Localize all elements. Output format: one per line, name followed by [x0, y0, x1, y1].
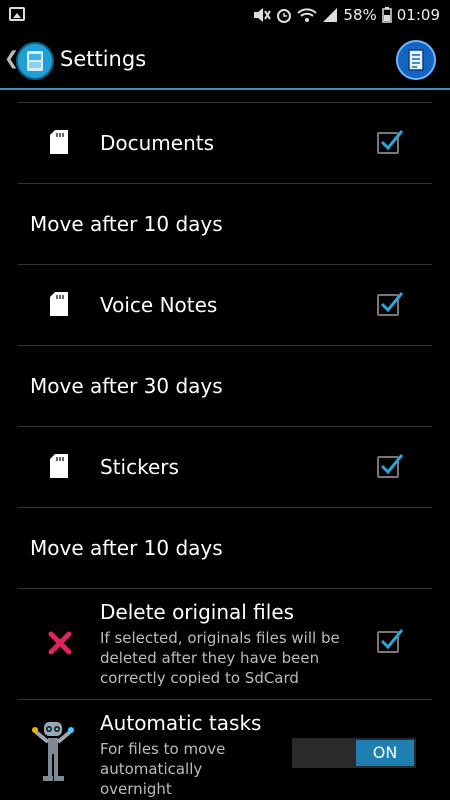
status-icons: 58% 01:09 — [253, 5, 440, 25]
delete-original-checkbox[interactable] — [377, 629, 404, 653]
sd-card-icon — [50, 130, 68, 154]
alarm-icon — [277, 9, 292, 23]
sd-card-app-icon[interactable] — [16, 42, 54, 80]
list-item-label: Voice Notes — [100, 293, 218, 317]
app-bar-divider — [0, 88, 450, 90]
list-item-move-setting[interactable]: Move after 10 days — [0, 184, 450, 264]
clock: 01:09 — [396, 6, 440, 24]
signal-icon — [323, 8, 338, 22]
red-x-icon — [48, 631, 72, 655]
list-item-label: Documents — [100, 131, 215, 155]
list-item-label: Move after 30 days — [30, 374, 223, 398]
list-item-automatic-tasks[interactable]: Automatic tasks For files to move automa… — [0, 700, 450, 800]
automatic-tasks-subtitle: For files to move automatically overnigh… — [100, 740, 226, 798]
list-item-stickers[interactable]: Stickers — [0, 427, 450, 507]
toggle-on-label: ON — [356, 740, 414, 766]
status-bar: 58% 01:09 — [0, 0, 450, 30]
mute-icon — [254, 8, 272, 22]
list-item-documents[interactable]: Documents — [0, 103, 450, 183]
document-list-icon[interactable] — [396, 40, 436, 80]
delete-original-subtitle: If selected, originals files will be del… — [100, 629, 340, 687]
app-bar: ❮ Settings — [0, 30, 450, 88]
documents-checkbox[interactable] — [377, 130, 404, 154]
stickers-checkbox[interactable] — [377, 454, 404, 478]
voice-notes-checkbox[interactable] — [377, 292, 404, 316]
list-item-label: Stickers — [100, 455, 179, 479]
sd-card-icon — [50, 292, 68, 316]
battery-percent: 58% — [343, 6, 377, 24]
battery-icon — [382, 7, 392, 23]
list-item-label: Move after 10 days — [30, 536, 223, 560]
automatic-tasks-title: Automatic tasks — [100, 711, 262, 735]
list-item-label: Move after 10 days — [30, 212, 223, 236]
list-item-delete-original[interactable]: Delete original files If selected, origi… — [0, 589, 450, 699]
automatic-tasks-toggle[interactable]: ON — [292, 738, 416, 768]
delete-original-title: Delete original files — [100, 600, 295, 624]
list-item-voice-notes[interactable]: Voice Notes — [0, 265, 450, 345]
page-title: Settings — [60, 47, 147, 71]
robot-icon — [32, 722, 74, 781]
sd-card-icon — [50, 454, 68, 478]
list-item-move-setting[interactable]: Move after 10 days — [0, 508, 450, 588]
wifi-icon — [297, 8, 318, 22]
list-item-move-setting[interactable]: Move after 30 days — [0, 346, 450, 426]
gallery-icon — [9, 7, 25, 21]
